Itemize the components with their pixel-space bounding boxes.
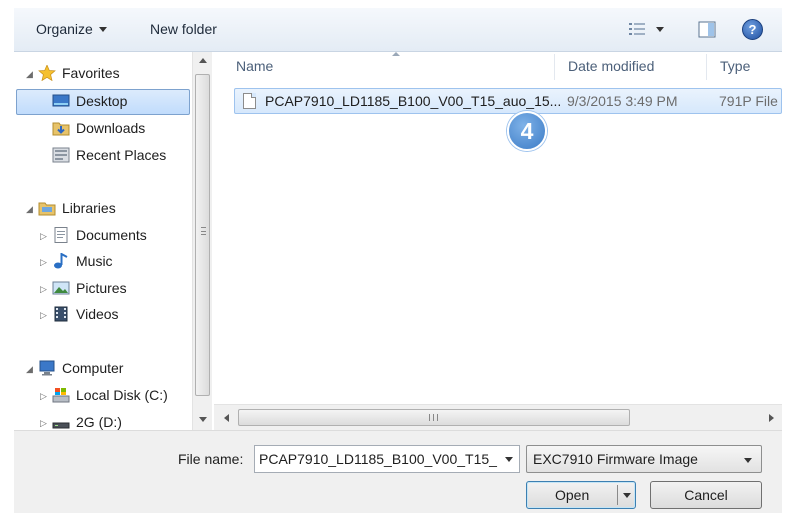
help-icon[interactable]: ? [742,19,763,40]
nav-computer[interactable]: Computer [38,360,123,376]
navigation-pane: ◢ Favorites Desktop Downloads Recent Pla… [14,52,192,430]
details-view-icon [629,23,645,35]
chevron-down-icon [744,458,752,463]
collapse-arrow-icon[interactable]: ◢ [26,364,33,375]
dialog-footer: File name: PCAP7910_LD1185_B100_V00_T15_… [14,430,782,513]
scrollbar-thumb[interactable] [195,74,210,396]
expand-arrow-icon[interactable]: ▷ [40,310,47,321]
grip-icon [429,414,438,421]
expand-arrow-icon[interactable]: ▷ [40,418,47,429]
column-header-name[interactable]: Name [236,58,273,74]
expand-arrow-icon[interactable]: ▷ [40,231,47,242]
chevron-down-icon [98,26,107,32]
toolbar: Organize New folder ? [14,8,782,52]
scroll-left-icon[interactable] [224,414,229,422]
file-name-value: PCAP7910_LD1185_B100_V00_T15_ [259,451,497,467]
cancel-label: Cancel [684,487,728,503]
scroll-right-icon[interactable] [769,414,774,422]
file-name: PCAP7910_LD1185_B100_V00_T15_auo_15... [265,93,562,109]
grip-icon [201,227,206,235]
file-date: 9/3/2015 3:49 PM [567,93,678,109]
recent-places-icon [52,147,70,163]
star-icon [38,65,56,81]
cancel-button[interactable]: Cancel [650,481,762,509]
collapse-arrow-icon[interactable]: ◢ [26,204,33,215]
expand-arrow-icon[interactable]: ▷ [40,284,47,295]
column-divider[interactable] [554,54,555,80]
expand-arrow-icon[interactable]: ▷ [40,391,47,402]
downloads-folder-icon [52,122,70,136]
scroll-down-icon[interactable] [199,417,207,422]
nav-videos[interactable]: Videos [52,306,119,322]
file-type: 791P File [719,93,778,109]
split-divider [617,485,618,505]
collapse-arrow-icon[interactable]: ◢ [26,69,33,80]
organize-button[interactable]: Organize [36,21,107,37]
file-type-filter-value: EXC7910 Firmware Image [533,451,698,467]
file-name-label: File name: [178,451,244,467]
preview-pane-icon[interactable] [698,21,716,38]
file-icon [243,93,256,109]
organize-label: Organize [36,21,93,37]
nav-drive-d[interactable]: 2G (D:) [52,414,122,430]
sort-ascending-icon [392,52,400,56]
removable-drive-icon [52,422,70,429]
nav-documents[interactable]: Documents [52,227,147,243]
videos-icon [54,306,68,322]
step-badge: 4 [507,111,547,151]
documents-icon [54,227,68,243]
nav-music[interactable]: Music [52,253,113,269]
expand-arrow-icon[interactable]: ▷ [40,257,47,268]
scrollbar-thumb[interactable] [238,409,630,426]
nav-libraries[interactable]: Libraries [38,200,116,216]
chevron-down-icon [656,26,664,32]
nav-desktop[interactable]: Desktop [52,93,127,109]
pictures-icon [52,281,70,295]
navigation-scrollbar[interactable] [192,52,212,430]
open-options-chevron-icon[interactable] [623,493,631,498]
file-name-dropdown-button[interactable] [499,446,519,472]
computer-icon [39,360,55,376]
file-list: Name Date modified Type PCAP7910_LD1185_… [214,52,782,404]
nav-local-disk[interactable]: Local Disk (C:) [52,387,168,403]
change-view-button[interactable] [628,22,664,36]
desktop-icon [52,94,70,107]
new-folder-label: New folder [150,21,217,37]
nav-favorites[interactable]: Favorites [38,65,120,81]
column-divider[interactable] [706,54,707,80]
file-name-input[interactable]: PCAP7910_LD1185_B100_V00_T15_ [254,445,520,473]
open-label: Open [555,487,590,503]
column-header-date-modified[interactable]: Date modified [568,58,654,74]
music-icon [54,253,68,269]
nav-recent-places[interactable]: Recent Places [52,147,166,163]
file-type-filter[interactable]: EXC7910 Firmware Image [526,445,762,473]
new-folder-button[interactable]: New folder [150,21,217,37]
hard-drive-icon [52,388,70,403]
open-button[interactable]: Open [526,481,636,509]
scroll-up-icon[interactable] [199,58,207,63]
column-header-type[interactable]: Type [720,58,750,74]
chevron-down-icon [505,456,513,462]
libraries-icon [38,202,56,216]
file-row[interactable]: PCAP7910_LD1185_B100_V00_T15_auo_15... 9… [234,88,782,114]
nav-downloads[interactable]: Downloads [52,120,145,136]
horizontal-scrollbar[interactable] [214,404,782,430]
nav-pictures[interactable]: Pictures [52,280,127,296]
